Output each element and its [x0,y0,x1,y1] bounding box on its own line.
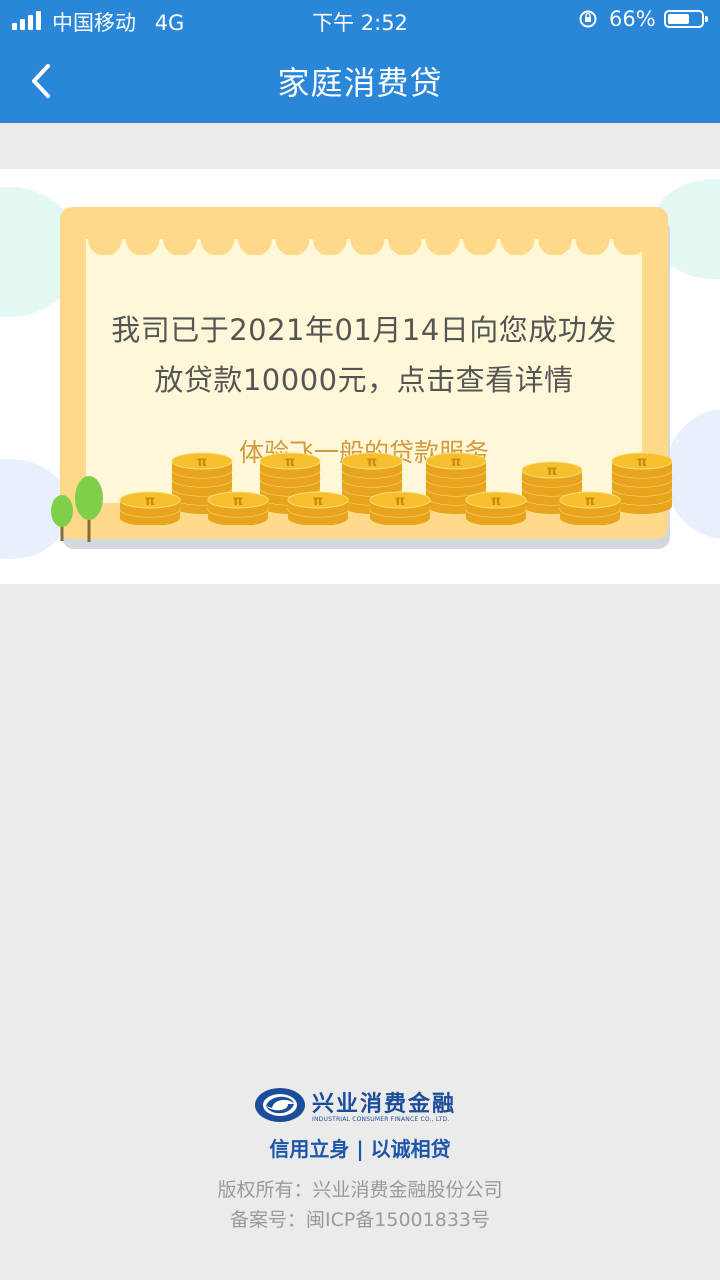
coin-stack: π [369,491,431,525]
loan-notice-text: 我司已于2021年01月14日向您成功发 放贷款10000元，点击查看详情 [86,305,642,405]
company-slogan: 信用立身 | 以诚相贷 [269,1137,451,1161]
svg-text:π: π [491,494,501,509]
coin-stack: π [119,491,181,525]
svg-text:π: π [585,494,595,509]
svg-text:π: π [313,494,323,509]
svg-text:π: π [395,494,405,509]
svg-text:π: π [637,455,647,470]
loan-notice-card[interactable]: 我司已于2021年01月14日向您成功发 放贷款10000元，点击查看详情 体验… [60,207,673,539]
coin-stack: π [207,491,269,525]
loan-banner[interactable]: 我司已于2021年01月14日向您成功发 放贷款10000元，点击查看详情 体验… [0,169,720,584]
coin-stack: π [611,452,673,514]
svg-text:π: π [451,455,461,470]
company-logo: 兴业消费金融 INDUSTRIAL CONSUMER FINANCE CO., … [254,1086,466,1126]
coin-stack: π [559,491,621,525]
coin-stack: π [465,491,527,525]
svg-text:π: π [233,494,243,509]
svg-text:π: π [285,455,295,470]
logo-chinese-name: 兴业消费金融 [312,1091,457,1117]
svg-text:π: π [367,455,377,470]
logo-mark-icon [255,1088,305,1122]
coin-stacks-illustration: π π π π π π π π π π π π [119,452,673,525]
rotation-lock-icon [579,10,597,28]
page-title: 家庭消费贷 [277,64,443,102]
battery-percent: 66% [609,7,656,31]
copyright-text: 版权所有：兴业消费金融股份公司 [217,1179,503,1201]
battery-icon [664,10,708,28]
tree-illustration [51,476,103,542]
icp-record-text: 备案号：闽ICP备15001833号 [229,1209,491,1231]
status-bar: 中国移动 4G 下午 2:52 66% [0,0,720,40]
nav-bar: 家庭消费贷 [0,40,720,123]
loan-notice-line1: 我司已于2021年01月14日向您成功发 [111,313,617,347]
svg-text:π: π [145,494,155,509]
coin-stack: π [287,491,349,525]
svg-text:π: π [197,455,207,470]
logo-english-name: INDUSTRIAL CONSUMER FINANCE CO., LTD. [312,1116,450,1123]
scallop-border [86,231,642,255]
loan-notice-line2: 放贷款10000元，点击查看详情 [154,363,574,397]
svg-text:π: π [547,464,557,479]
